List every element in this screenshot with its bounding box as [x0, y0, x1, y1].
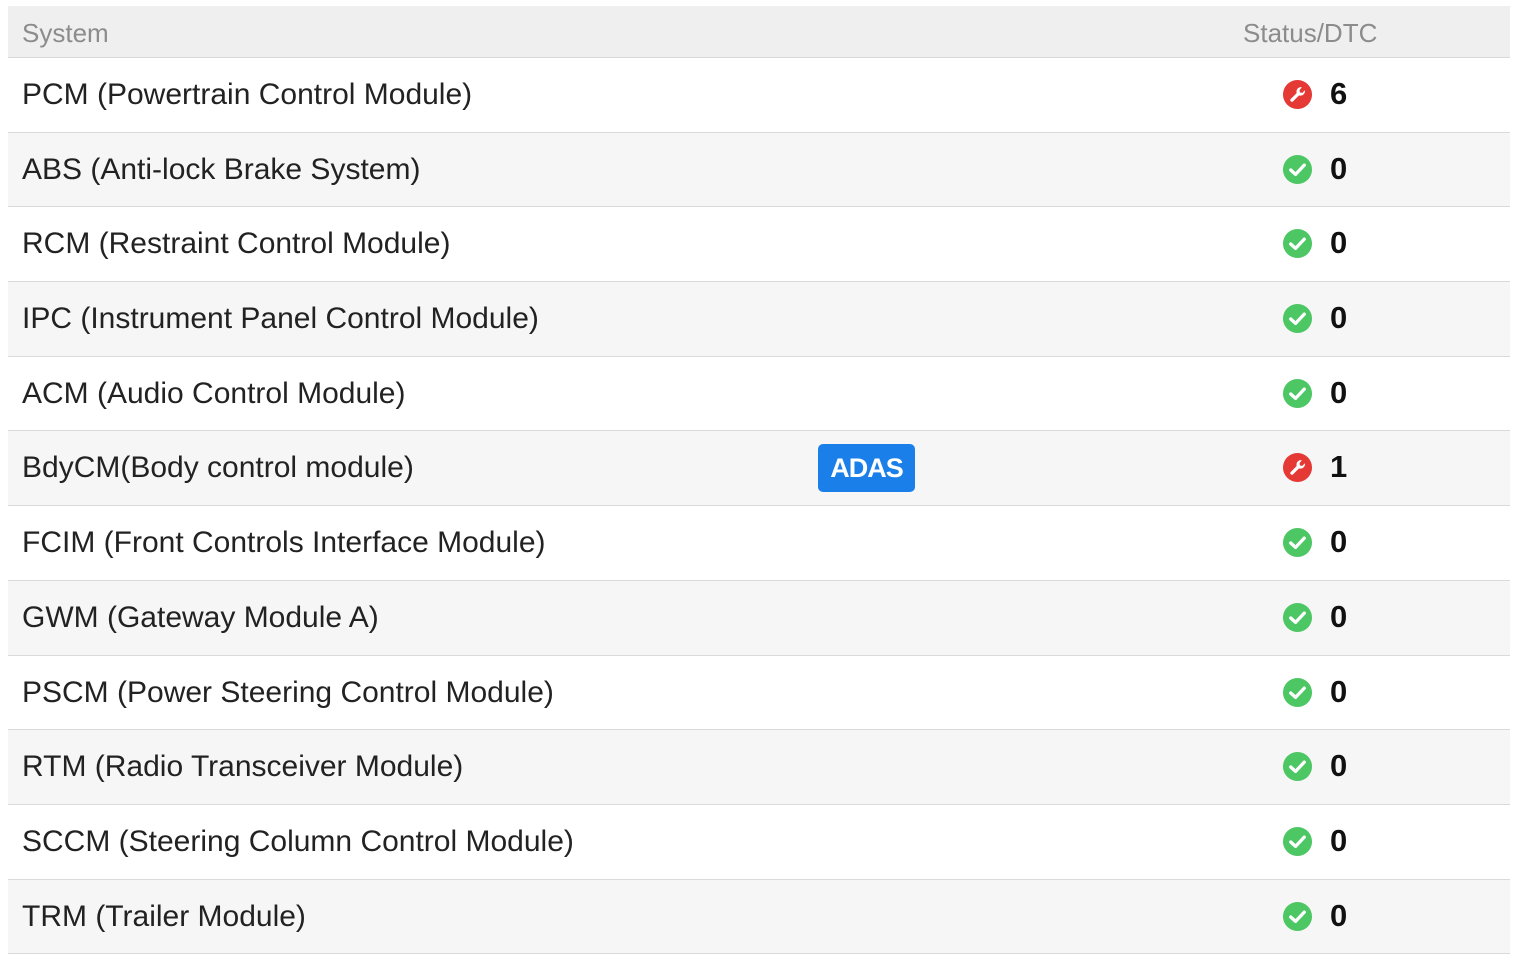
- dtc-count: 0: [1330, 897, 1348, 933]
- table-row[interactable]: GWM (Gateway Module A) 0: [8, 580, 1510, 656]
- check-icon: [1282, 229, 1313, 259]
- table-row[interactable]: PCM (Powertrain Control Module) 6: [8, 58, 1510, 133]
- table-header: System Status/DTC: [8, 6, 1510, 58]
- table-row[interactable]: BdyCM(Body control module) ADAS 1: [8, 431, 1510, 507]
- system-name: ACM (Audio Control Module): [22, 376, 406, 410]
- check-icon: [1282, 901, 1313, 931]
- dtc-count: 0: [1330, 524, 1348, 560]
- table-row[interactable]: SCCM (Steering Column Control Module) 0: [8, 804, 1510, 880]
- table-row[interactable]: TRM (Trailer Module) 0: [8, 879, 1510, 954]
- table-row[interactable]: RTM (Radio Transceiver Module) 0: [8, 730, 1510, 805]
- dtc-count: 0: [1330, 300, 1348, 336]
- system-name: SCCM (Steering Column Control Module): [22, 824, 574, 858]
- adas-badge: ADAS: [818, 444, 915, 493]
- system-name: TRM (Trailer Module): [22, 899, 306, 933]
- system-name: PCM (Powertrain Control Module): [22, 78, 473, 111]
- check-icon: [1282, 752, 1313, 782]
- check-icon: [1282, 826, 1313, 856]
- dtc-count: 0: [1330, 225, 1348, 261]
- table-body: PCM (Powertrain Control Module) 6 ABS (Ant…: [8, 58, 1510, 954]
- header-system: System: [22, 18, 109, 48]
- system-name: ABS (Anti-lock Brake System): [22, 152, 421, 186]
- dtc-count: 1: [1330, 449, 1348, 485]
- system-name: RCM (Restraint Control Module): [22, 227, 451, 261]
- table-row[interactable]: RCM (Restraint Control Module) 0: [8, 207, 1510, 283]
- table-row[interactable]: ABS (Anti-lock Brake System) 0: [8, 132, 1510, 208]
- adas-badge-label: ADAS: [830, 453, 904, 484]
- table-row[interactable]: IPC (Instrument Panel Control Module) 0: [8, 282, 1510, 357]
- dtc-count: 0: [1330, 374, 1348, 410]
- table-row[interactable]: FCIM (Front Controls Interface Module) 0: [8, 506, 1510, 581]
- table-row[interactable]: ACM (Audio Control Module) 0: [8, 356, 1510, 432]
- system-status-table: System Status/DTC PCM (Powertrain Contro…: [8, 6, 1510, 954]
- table-row[interactable]: PSCM (Power Steering Control Module) 0: [8, 655, 1510, 731]
- system-name: RTM (Radio Transceiver Module): [22, 750, 464, 784]
- check-icon: [1282, 602, 1313, 632]
- check-icon: [1282, 304, 1313, 334]
- dtc-count: 0: [1330, 150, 1348, 186]
- dtc-count: 6: [1330, 76, 1348, 111]
- check-icon: [1282, 528, 1313, 558]
- header-status-dtc: Status/DTC: [1243, 18, 1378, 48]
- system-name: IPC (Instrument Panel Control Module): [22, 302, 539, 336]
- dtc-count: 0: [1330, 598, 1348, 634]
- dtc-count: 0: [1330, 748, 1348, 784]
- check-icon: [1282, 677, 1313, 707]
- system-name: FCIM (Front Controls Interface Module): [22, 526, 546, 560]
- wrench-icon: [1282, 79, 1313, 110]
- check-icon: [1282, 154, 1313, 184]
- dtc-count: 0: [1330, 673, 1348, 709]
- system-name: BdyCM(Body control module): [22, 451, 414, 485]
- system-name: PSCM (Power Steering Control Module): [22, 675, 554, 709]
- wrench-icon: [1282, 453, 1313, 483]
- check-icon: [1282, 378, 1313, 408]
- system-name: GWM (Gateway Module A): [22, 600, 379, 634]
- dtc-count: 0: [1330, 822, 1348, 858]
